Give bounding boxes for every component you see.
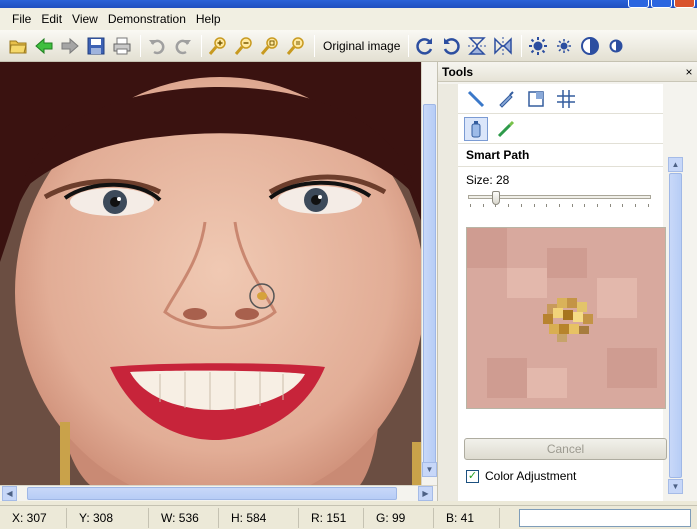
- toolbar-separator: [521, 34, 523, 57]
- menu-bar: File Edit View Demonstration Help: [0, 8, 697, 30]
- tools-panel-title: Tools: [442, 64, 474, 79]
- image-canvas[interactable]: [0, 62, 437, 485]
- menu-help[interactable]: Help: [191, 8, 226, 30]
- status-red: R: 151: [299, 507, 364, 528]
- brightness-up-icon[interactable]: [526, 34, 550, 58]
- maximize-button[interactable]: [651, 0, 672, 8]
- canvas-horizontal-scrollbar[interactable]: ◀ ▶: [0, 485, 437, 501]
- print-icon[interactable]: [110, 34, 134, 58]
- tool-row: [458, 84, 663, 114]
- scroll-thumb[interactable]: [27, 487, 397, 500]
- color-adjustment-label: Color Adjustment: [485, 469, 577, 483]
- flip-vertical-icon[interactable]: [465, 34, 489, 58]
- portrait-photo: [0, 62, 437, 485]
- bottle-tool-icon[interactable]: [464, 116, 488, 141]
- toolbar-separator: [140, 34, 141, 57]
- redo-icon[interactable]: [171, 34, 195, 58]
- title-bar: [0, 0, 697, 8]
- brush-tool-icon[interactable]: [494, 87, 518, 111]
- color-adjustment-checkbox[interactable]: ✓: [466, 469, 479, 483]
- toolbar-separator: [201, 34, 202, 57]
- flip-horizontal-icon[interactable]: [491, 34, 515, 58]
- close-icon[interactable]: ×: [681, 65, 697, 79]
- status-green: G: 99: [364, 507, 434, 528]
- toolbar-separator: [314, 34, 315, 57]
- menu-file[interactable]: File: [7, 8, 36, 30]
- status-bar: X: 307 Y: 308 W: 536 H: 584 R: 151 G: 99…: [0, 505, 697, 529]
- contrast-down-icon[interactable]: [604, 34, 628, 58]
- smart-path-tool-icon[interactable]: [494, 117, 518, 141]
- zoom-fit-icon[interactable]: [258, 34, 282, 58]
- scroll-left-arrow-icon[interactable]: ◀: [2, 486, 17, 501]
- tool-row: [458, 114, 663, 144]
- tools-panel-gutter: [438, 84, 458, 501]
- scroll-right-arrow-icon[interactable]: ▶: [418, 486, 433, 501]
- open-folder-icon[interactable]: [6, 34, 30, 58]
- scroll-up-arrow-icon[interactable]: ▲: [668, 157, 683, 172]
- canvas-vertical-scrollbar[interactable]: ▼: [421, 62, 437, 485]
- status-width: W: 536: [149, 507, 219, 528]
- cancel-button[interactable]: Cancel: [464, 438, 667, 460]
- slider-knob[interactable]: [492, 191, 501, 205]
- slider-ticks: [470, 204, 649, 208]
- zoom-preview: [466, 227, 666, 409]
- crop-tool-icon[interactable]: [524, 87, 548, 111]
- color-adjustment-option[interactable]: ✓ Color Adjustment: [466, 466, 576, 486]
- scroll-thumb[interactable]: [669, 173, 682, 478]
- menu-view[interactable]: View: [67, 8, 103, 30]
- size-slider[interactable]: [466, 191, 655, 209]
- toolbar-separator: [408, 34, 410, 57]
- grid-tool-icon[interactable]: [554, 87, 578, 111]
- rotate-cw-icon[interactable]: [413, 34, 437, 58]
- contrast-up-icon[interactable]: [578, 34, 602, 58]
- zoom-out-icon[interactable]: [232, 34, 256, 58]
- original-image-button[interactable]: Original image: [319, 34, 404, 58]
- tools-vertical-scrollbar[interactable]: ▲ ▼: [668, 157, 684, 495]
- status-height: H: 584: [219, 507, 299, 528]
- size-label: Size: 28: [466, 173, 510, 187]
- scroll-thumb[interactable]: [423, 104, 436, 469]
- menu-demonstration[interactable]: Demonstration: [103, 8, 191, 30]
- menu-edit[interactable]: Edit: [36, 8, 67, 30]
- rotate-ccw-icon[interactable]: [439, 34, 463, 58]
- minimize-button[interactable]: [628, 0, 649, 8]
- back-arrow-icon[interactable]: [32, 34, 56, 58]
- forward-arrow-icon[interactable]: [58, 34, 82, 58]
- status-field: [519, 509, 691, 527]
- status-blue: B: 41: [434, 507, 500, 528]
- brightness-down-icon[interactable]: [552, 34, 576, 58]
- preview-image: [467, 228, 665, 408]
- line-tool-icon[interactable]: [464, 87, 488, 111]
- status-x: X: 307: [0, 507, 67, 528]
- tools-panel-body: Smart Path Size: 28 Cancel ✓ Color Adjus…: [458, 84, 667, 501]
- zoom-in-icon[interactable]: [206, 34, 230, 58]
- status-y: Y: 308: [67, 507, 149, 528]
- tools-panel-header: Tools ×: [438, 62, 697, 82]
- undo-icon[interactable]: [145, 34, 169, 58]
- smart-path-title: Smart Path: [458, 144, 663, 167]
- save-icon[interactable]: [84, 34, 108, 58]
- close-window-button[interactable]: [674, 0, 695, 8]
- zoom-actual-icon[interactable]: [284, 34, 308, 58]
- toolbar: Original image: [0, 30, 697, 62]
- scroll-down-arrow-icon[interactable]: ▼: [668, 479, 683, 494]
- tools-panel: Tools × Smart Path Size: 28 Cancel ✓ Col…: [437, 62, 697, 501]
- scroll-down-arrow-icon[interactable]: ▼: [422, 462, 437, 477]
